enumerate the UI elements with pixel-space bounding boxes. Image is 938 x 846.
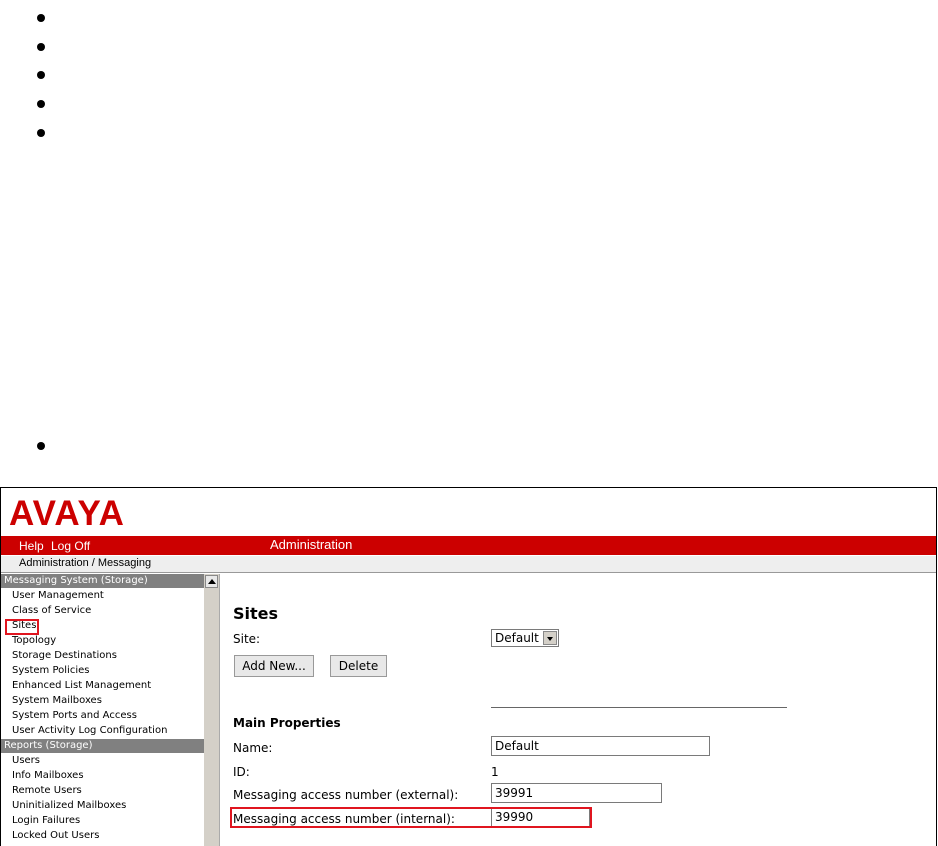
list-bullet bbox=[37, 129, 45, 137]
breadcrumb-text: Administration / Messaging bbox=[19, 557, 152, 569]
external-number-field[interactable]: 39991 bbox=[491, 783, 662, 803]
divider bbox=[491, 707, 787, 708]
sidebar-scrollbar[interactable] bbox=[204, 574, 219, 846]
sidebar-item-remote-users[interactable]: Remote Users bbox=[12, 784, 82, 798]
sidebar-item-topology[interactable]: Topology bbox=[12, 634, 56, 648]
breadcrumb: Administration / Messaging bbox=[1, 556, 936, 573]
main-properties-heading: Main Properties bbox=[233, 716, 341, 730]
external-number-label: Messaging access number (external): bbox=[233, 788, 459, 802]
sidebar-item-user-activity-log[interactable]: User Activity Log Configuration bbox=[12, 724, 167, 738]
name-field[interactable]: Default bbox=[491, 736, 710, 756]
delete-button[interactable]: Delete bbox=[330, 655, 387, 677]
site-select-value: Default bbox=[495, 631, 539, 645]
list-bullet bbox=[37, 14, 45, 22]
nav-section-messaging[interactable]: Messaging System (Storage) bbox=[1, 574, 204, 588]
add-new-button[interactable]: Add New... bbox=[234, 655, 314, 677]
sidebar-item-users[interactable]: Users bbox=[12, 754, 40, 768]
sidebar-item-enhanced-list-management[interactable]: Enhanced List Management bbox=[12, 679, 151, 693]
site-select[interactable]: Default bbox=[491, 629, 559, 647]
page-title: Sites bbox=[233, 604, 279, 623]
list-bullet bbox=[37, 43, 45, 51]
header-bar: Help Log Off Administration bbox=[1, 536, 936, 555]
list-bullet bbox=[37, 100, 45, 108]
internal-number-highlight-box bbox=[230, 807, 592, 828]
sidebar-item-uninitialized-mailboxes[interactable]: Uninitialized Mailboxes bbox=[12, 799, 126, 813]
sidebar-item-system-ports[interactable]: System Ports and Access bbox=[12, 709, 137, 723]
sidebar-item-info-mailboxes[interactable]: Info Mailboxes bbox=[12, 769, 84, 783]
help-link[interactable]: Help bbox=[19, 539, 44, 553]
list-bullet bbox=[37, 71, 45, 79]
nav-section-reports[interactable]: Reports (Storage) bbox=[1, 739, 204, 753]
site-label: Site: bbox=[233, 632, 261, 646]
sidebar-item-system-mailboxes[interactable]: System Mailboxes bbox=[12, 694, 102, 708]
log-off-link[interactable]: Log Off bbox=[51, 539, 90, 553]
sidebar-nav: Messaging System (Storage) User Manageme… bbox=[1, 574, 220, 846]
avaya-logo: AVAYA bbox=[9, 494, 125, 533]
sidebar-item-system-policies[interactable]: System Policies bbox=[12, 664, 89, 678]
sidebar-item-login-failures[interactable]: Login Failures bbox=[12, 814, 80, 828]
sidebar-item-storage-destinations[interactable]: Storage Destinations bbox=[12, 649, 117, 663]
sidebar-item-class-of-service[interactable]: Class of Service bbox=[12, 604, 91, 618]
sidebar-item-locked-out-users[interactable]: Locked Out Users bbox=[12, 829, 99, 843]
main-content: Sites Site: Default Add New... Delete Ma… bbox=[220, 574, 936, 846]
id-label: ID: bbox=[233, 765, 250, 779]
name-label: Name: bbox=[233, 741, 273, 755]
sidebar-item-user-management[interactable]: User Management bbox=[12, 589, 104, 603]
list-bullet bbox=[37, 442, 45, 450]
embedded-screenshot: AVAYA Help Log Off Administration Admini… bbox=[0, 487, 937, 846]
id-value: 1 bbox=[491, 765, 499, 779]
chevron-down-icon[interactable] bbox=[543, 631, 557, 645]
header-title: Administration bbox=[270, 537, 353, 552]
sites-highlight-box bbox=[5, 619, 39, 635]
scroll-up-icon[interactable] bbox=[205, 575, 218, 588]
